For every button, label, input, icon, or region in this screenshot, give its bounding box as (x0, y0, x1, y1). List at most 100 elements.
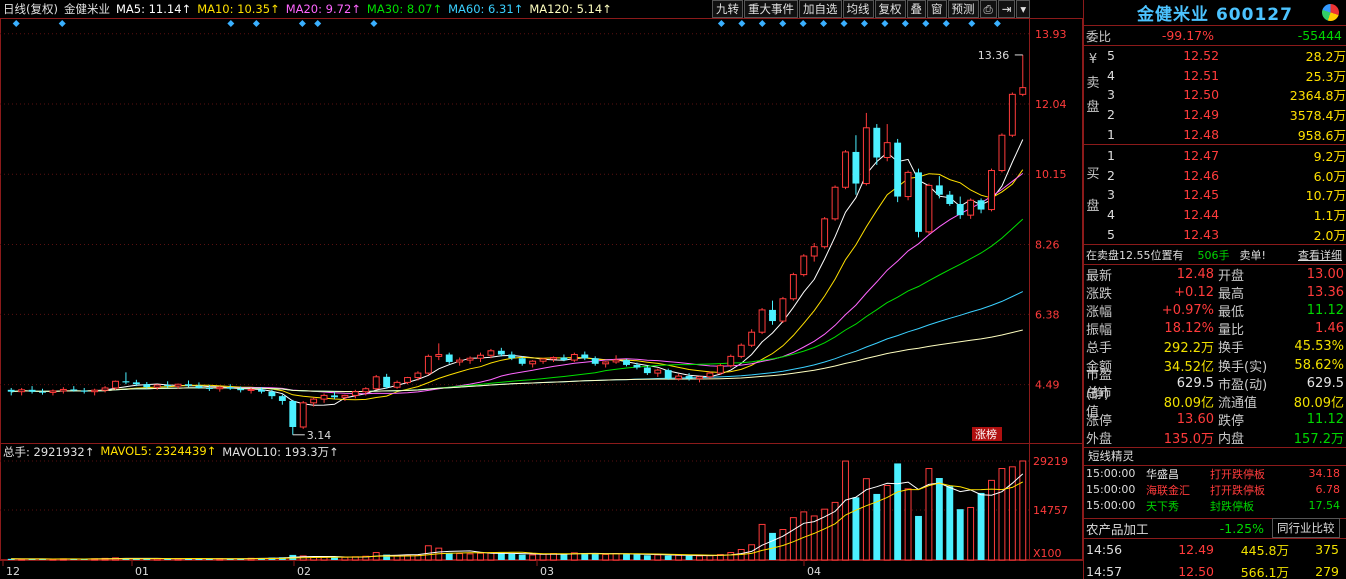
date-axis-label: 01 (135, 565, 149, 578)
buy-row[interactable]: 4 12.44 1.1万 (1084, 205, 1346, 225)
lock-icon[interactable]: ⎙ (979, 0, 997, 18)
candle-body (1008, 93, 1016, 136)
candle-body (727, 355, 735, 367)
toolbar-button[interactable]: 窗 (927, 0, 947, 18)
ma-legend-item: MA30: 8.07↑ (366, 2, 443, 16)
toolbar-button[interactable]: 重大事件 (744, 0, 798, 18)
candle-body (351, 391, 359, 396)
candle-body (456, 359, 464, 363)
volume-bar (998, 468, 1006, 561)
stat-value: +0.12 (1174, 284, 1214, 300)
candle-body (925, 184, 933, 233)
candle-body (445, 354, 453, 362)
indicator-bar: 日线(复权) 金健米业 MA5: 11.14↑ MA10: 10.35↑ MA20:… (0, 0, 710, 18)
ma120-line (11, 329, 1023, 393)
candle-body (278, 396, 286, 401)
app-logo-icon[interactable] (1322, 4, 1339, 21)
event-marker-icon (901, 20, 909, 27)
buy-row[interactable]: 2 12.46 6.0万 (1084, 165, 1346, 185)
jingling-item[interactable]: 15:00:00 华盛昌 打开跌停板 34.18 (1084, 466, 1346, 482)
candle-body (174, 383, 182, 387)
exit-icon[interactable]: ⇥ (997, 0, 1016, 18)
kline-svg[interactable]: 13.93 12.04 10.15 8.26 6.38 4.49 13.36 3.14 涨榜 29… (0, 0, 1083, 579)
date-axis-label: 12 (6, 565, 20, 578)
candle-body (988, 170, 995, 211)
candle-body (299, 402, 307, 428)
low-label: 3.14 (307, 429, 332, 442)
sell-row[interactable]: 5 12.52 28.2万 (1084, 46, 1346, 66)
candle-body (362, 388, 370, 393)
volume-axis-label: 14757 (1033, 504, 1068, 517)
dropdown-icon[interactable]: ▾ (1016, 0, 1031, 18)
candle-body (80, 390, 88, 392)
sell-level: 1 (1106, 127, 1115, 143)
stat-key: 流通值 (1218, 395, 1258, 411)
candle-body (497, 350, 505, 355)
volume-bar (518, 554, 526, 560)
sell-row[interactable]: 1 12.48 958.6万 (1084, 125, 1346, 145)
stat-value: 13.60 (1176, 412, 1214, 428)
jingling-item[interactable]: 15:00:00 天下秀 封跌停板 17.54 (1084, 498, 1346, 514)
volume-indicator-bar: 总手: 2921932↑ MAVOL5: 2324439↑ MAVOL10: 1… (0, 444, 339, 460)
toolbar-button[interactable]: 均线 (842, 0, 874, 18)
buy-row[interactable]: 3 12.45 10.7万 (1084, 185, 1346, 205)
order-note-row: 在卖盘12.55位置有 506手 卖单! 查看详细 (1084, 244, 1346, 264)
sell-row[interactable]: 2 12.49 3578.4万 (1084, 105, 1346, 125)
volume-bar (591, 553, 599, 560)
sell-volume: 2364.8万 (1289, 88, 1346, 104)
buy-volume: 6.0万 (1313, 168, 1346, 184)
toolbar-button[interactable]: 复权 (874, 0, 906, 18)
candle-body (570, 354, 578, 361)
toolbar-button[interactable]: 加自选 (799, 0, 842, 18)
sell-row[interactable]: 4 12.51 25.3万 (1084, 65, 1346, 85)
toolbar-button[interactable]: 九转 (712, 0, 743, 18)
candle-body (310, 398, 318, 404)
candle-body (539, 358, 547, 362)
stat-value: 45.53% (1294, 339, 1344, 355)
sector-name[interactable]: 农产品加工 (1084, 519, 1194, 538)
volume-bar (664, 555, 672, 560)
stats-table: 最新 12.48 开盘 13.00 涨跌 +0.12 最高 13.36 涨幅 +0.97% 最低 11… (1084, 263, 1346, 448)
view-detail-link[interactable]: 查看详细 (1298, 247, 1342, 263)
volume-bar (654, 554, 662, 561)
buy-row[interactable]: 5 12.43 2.0万 (1084, 225, 1346, 245)
volume-bar (706, 555, 714, 561)
jingling-title[interactable]: 短线精灵 (1084, 448, 1134, 464)
stat-key: 涨停 (1086, 414, 1113, 430)
chart-mode-label[interactable]: 日线(复权) (3, 1, 58, 17)
sell-price: 12.52 (1183, 47, 1220, 63)
candle-body (643, 367, 651, 374)
buy-row[interactable]: 1 12.47 9.2万 (1084, 145, 1346, 165)
stat-key: 最新 (1086, 268, 1113, 284)
toolbar-button[interactable]: 叠 (906, 0, 926, 18)
ma-legend-item: MA60: 6.31↑ (448, 2, 524, 16)
buy-level: 1 (1106, 147, 1115, 163)
event-marker-icon (58, 20, 66, 27)
volume-bar (341, 556, 349, 561)
sector-compare-button[interactable]: 同行业比较 (1272, 518, 1340, 539)
event-marker-icon (717, 20, 725, 27)
candle-body (424, 355, 432, 374)
candle-body (331, 395, 338, 398)
stat-value: 629.5 (1306, 375, 1344, 391)
candle-body (258, 389, 265, 392)
candle-body (883, 142, 891, 159)
jingling-value: 17.54 (1308, 499, 1341, 513)
candle-body (769, 309, 776, 322)
stat-key: 换手 (1218, 341, 1245, 357)
sell-row[interactable]: 3 12.50 2364.8万 (1084, 85, 1346, 105)
volume-bar (915, 515, 922, 560)
candle-body (862, 127, 870, 185)
stat-value: 135.0万 (1163, 432, 1214, 448)
candle-body (247, 388, 255, 391)
candle-body (28, 389, 36, 392)
kline-chart-area[interactable]: 13.93 12.04 10.15 8.26 6.38 4.49 13.36 3.14 涨榜 29… (0, 0, 1083, 579)
sell-price: 12.49 (1183, 107, 1220, 123)
buy-price: 12.43 (1183, 227, 1220, 243)
mavol10-label: MAVOL10: 193.3万↑ (222, 445, 339, 459)
sell-price: 12.51 (1183, 67, 1220, 83)
jingling-item[interactable]: 15:00:00 海联金汇 打开跌停板 6.78 (1084, 482, 1346, 498)
toolbar-button[interactable]: 预测 (947, 0, 979, 18)
event-marker-icon (314, 20, 322, 27)
volume-bar (623, 554, 630, 560)
